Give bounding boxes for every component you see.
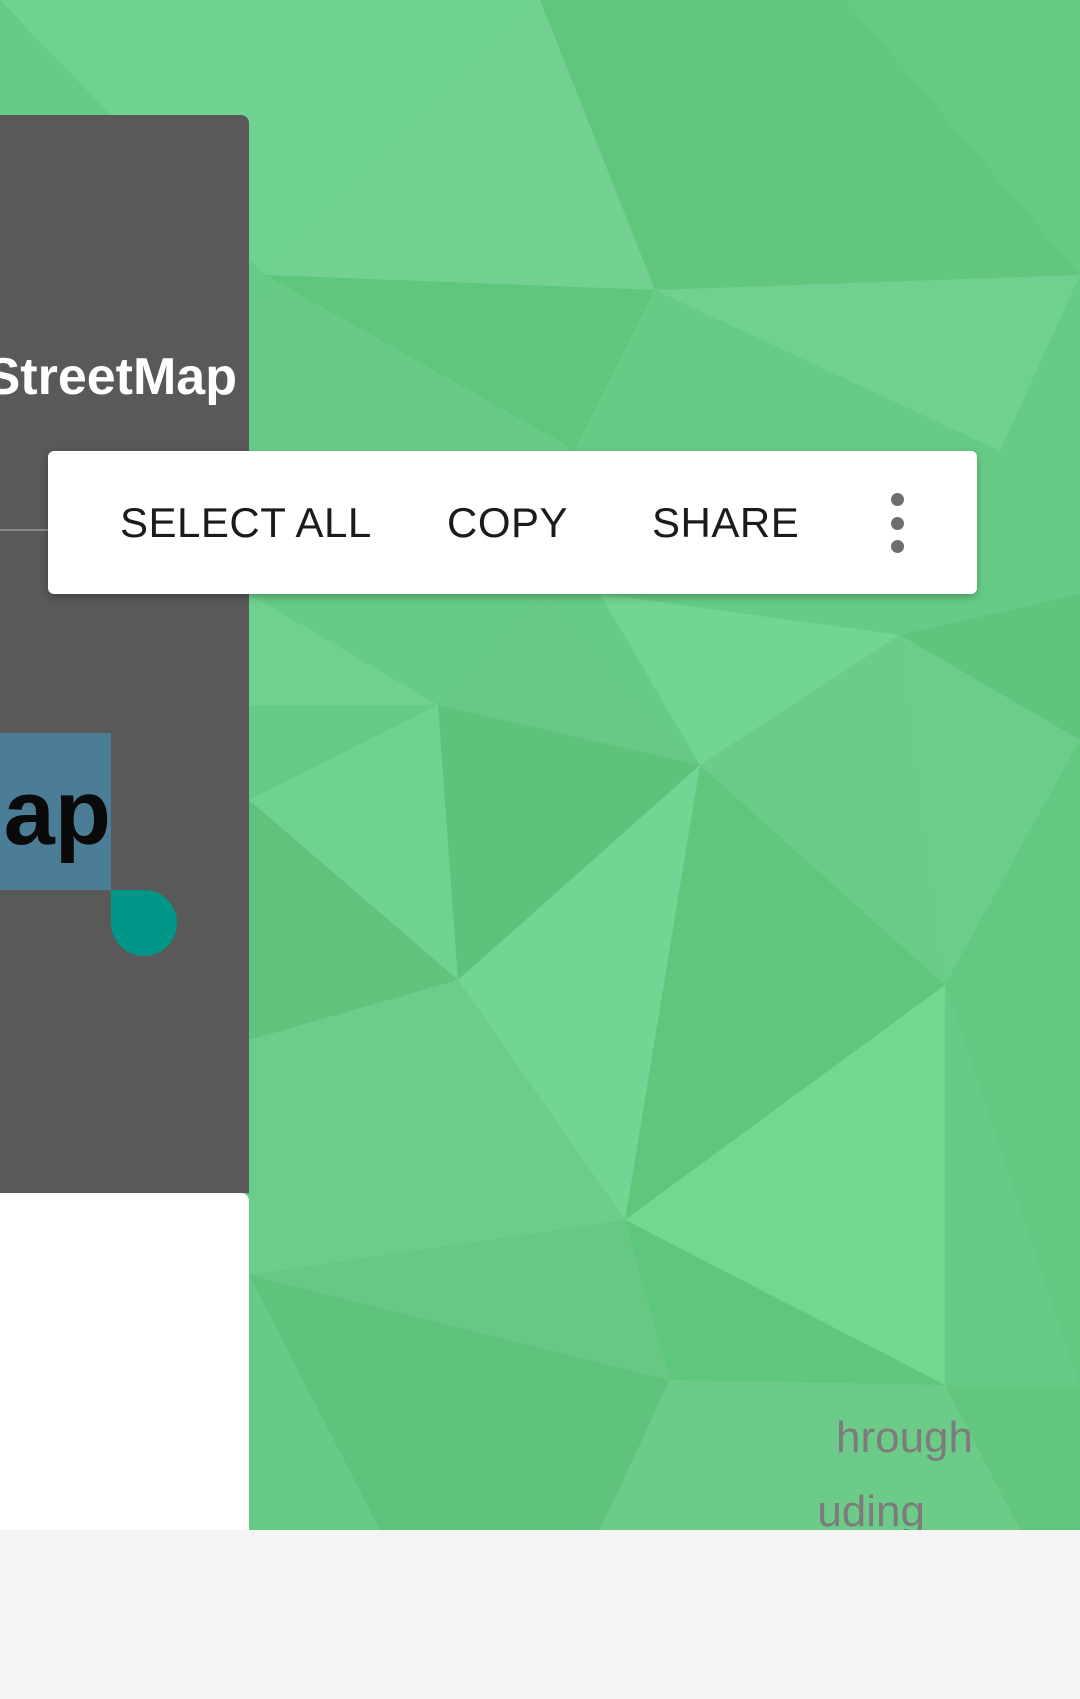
bottom-blank-area xyxy=(0,1530,1080,1699)
selected-text[interactable]: ap xyxy=(4,763,111,863)
more-dot xyxy=(890,540,904,553)
more-dot xyxy=(890,493,904,506)
selection-handle[interactable] xyxy=(111,890,177,956)
text-selection-toolbar: SELECT ALL COPY SHARE xyxy=(48,451,977,594)
share-button[interactable]: SHARE xyxy=(652,451,799,594)
article-card-body xyxy=(0,1193,249,1530)
more-dot xyxy=(890,516,904,530)
select-all-button[interactable]: SELECT ALL xyxy=(120,451,372,594)
article-card-header: StreetMap ap xyxy=(0,115,249,1193)
more-vert-icon[interactable] xyxy=(874,493,920,553)
copy-button[interactable]: COPY xyxy=(447,451,568,594)
card-description-line: hrough xyxy=(835,1413,973,1462)
card-title: StreetMap xyxy=(0,348,237,406)
